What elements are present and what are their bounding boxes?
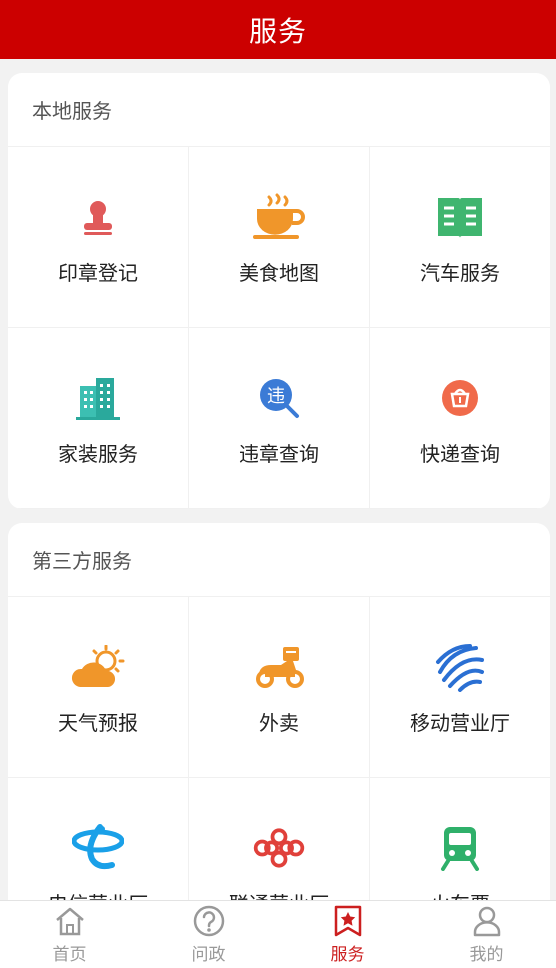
service-label: 天气预报 — [58, 710, 138, 735]
service-label: 违章查询 — [239, 441, 319, 466]
service-item-food-map[interactable]: 美食地图 — [189, 147, 370, 328]
service-label: 移动营业厅 — [410, 710, 510, 735]
service-label: 汽车服务 — [420, 260, 500, 285]
section-title-third-party: 第三方服务 — [8, 523, 550, 597]
service-item-takeout[interactable]: 外卖 — [189, 597, 370, 778]
service-item-weather[interactable]: 天气预报 — [8, 597, 189, 778]
service-label: 印章登记 — [58, 260, 138, 285]
train-icon — [432, 820, 488, 876]
star-bookmark-icon — [331, 904, 365, 938]
tab-inquiry[interactable]: 问政 — [139, 901, 278, 968]
page-title: 服务 — [248, 14, 307, 48]
service-item-mobile-hall[interactable]: 移动营业厅 — [370, 597, 550, 778]
tab-home[interactable]: 首页 — [0, 901, 139, 968]
local-services-grid: 印章登记 美食地图 汽车服务 家装服务 违 违章查询 快递查询 — [8, 147, 550, 509]
service-item-express-query[interactable]: 快递查询 — [370, 328, 550, 509]
service-label: 快递查询 — [420, 441, 500, 466]
third-party-services-grid: 天气预报 外卖 移动营业厅 — [8, 597, 550, 900]
user-icon — [470, 904, 504, 938]
china-unicom-icon — [251, 820, 307, 876]
violation-search-icon: 违 — [251, 370, 307, 426]
tab-label: 首页 — [52, 945, 87, 965]
service-label: 联通营业厅 — [229, 888, 329, 901]
service-item-car-service[interactable]: 汽车服务 — [370, 147, 550, 328]
service-item-home-decor[interactable]: 家装服务 — [8, 328, 189, 509]
bottom-tab-bar: 首页 问政 服务 我的 — [0, 900, 556, 968]
book-icon — [432, 189, 488, 245]
stamp-icon — [70, 189, 126, 245]
weather-icon — [70, 639, 126, 695]
home-icon — [53, 904, 87, 938]
tab-label: 服务 — [330, 945, 365, 965]
services-scroll-area[interactable]: 本地服务 印章登记 美食地图 汽车服务 家装服务 违 违章查询 快递查询 第三方… — [0, 59, 556, 900]
third-party-services-card: 第三方服务 天气预报 外卖 移动营业厅 — [8, 523, 550, 900]
tab-profile[interactable]: 我的 — [417, 901, 556, 968]
service-label: 外卖 — [259, 710, 299, 735]
service-label: 火车票 — [430, 888, 490, 901]
service-item-train-ticket[interactable]: 火车票 — [370, 778, 550, 900]
service-label: 家装服务 — [58, 441, 138, 466]
china-mobile-icon — [432, 639, 488, 695]
service-label: 美食地图 — [239, 260, 319, 285]
service-item-violation-query[interactable]: 违 违章查询 — [189, 328, 370, 509]
tab-label: 问政 — [191, 945, 226, 965]
tab-services[interactable]: 服务 — [278, 901, 417, 968]
local-services-card: 本地服务 印章登记 美食地图 汽车服务 家装服务 违 违章查询 快递查询 — [8, 73, 550, 509]
section-title-local: 本地服务 — [8, 73, 550, 147]
service-label: 电信营业厅 — [48, 888, 148, 901]
building-icon — [70, 370, 126, 426]
coffee-cup-icon — [251, 189, 307, 245]
scooter-icon — [251, 639, 307, 695]
violation-glyph: 违 — [267, 386, 285, 407]
service-item-stamp[interactable]: 印章登记 — [8, 147, 189, 328]
tab-label: 我的 — [469, 945, 504, 965]
china-telecom-icon — [70, 820, 126, 876]
service-item-telecom-hall[interactable]: 电信营业厅 — [8, 778, 189, 900]
question-icon — [192, 904, 226, 938]
app-header: 服务 — [0, 0, 556, 59]
service-item-unicom-hall[interactable]: 联通营业厅 — [189, 778, 370, 900]
delivery-basket-icon — [432, 370, 488, 426]
